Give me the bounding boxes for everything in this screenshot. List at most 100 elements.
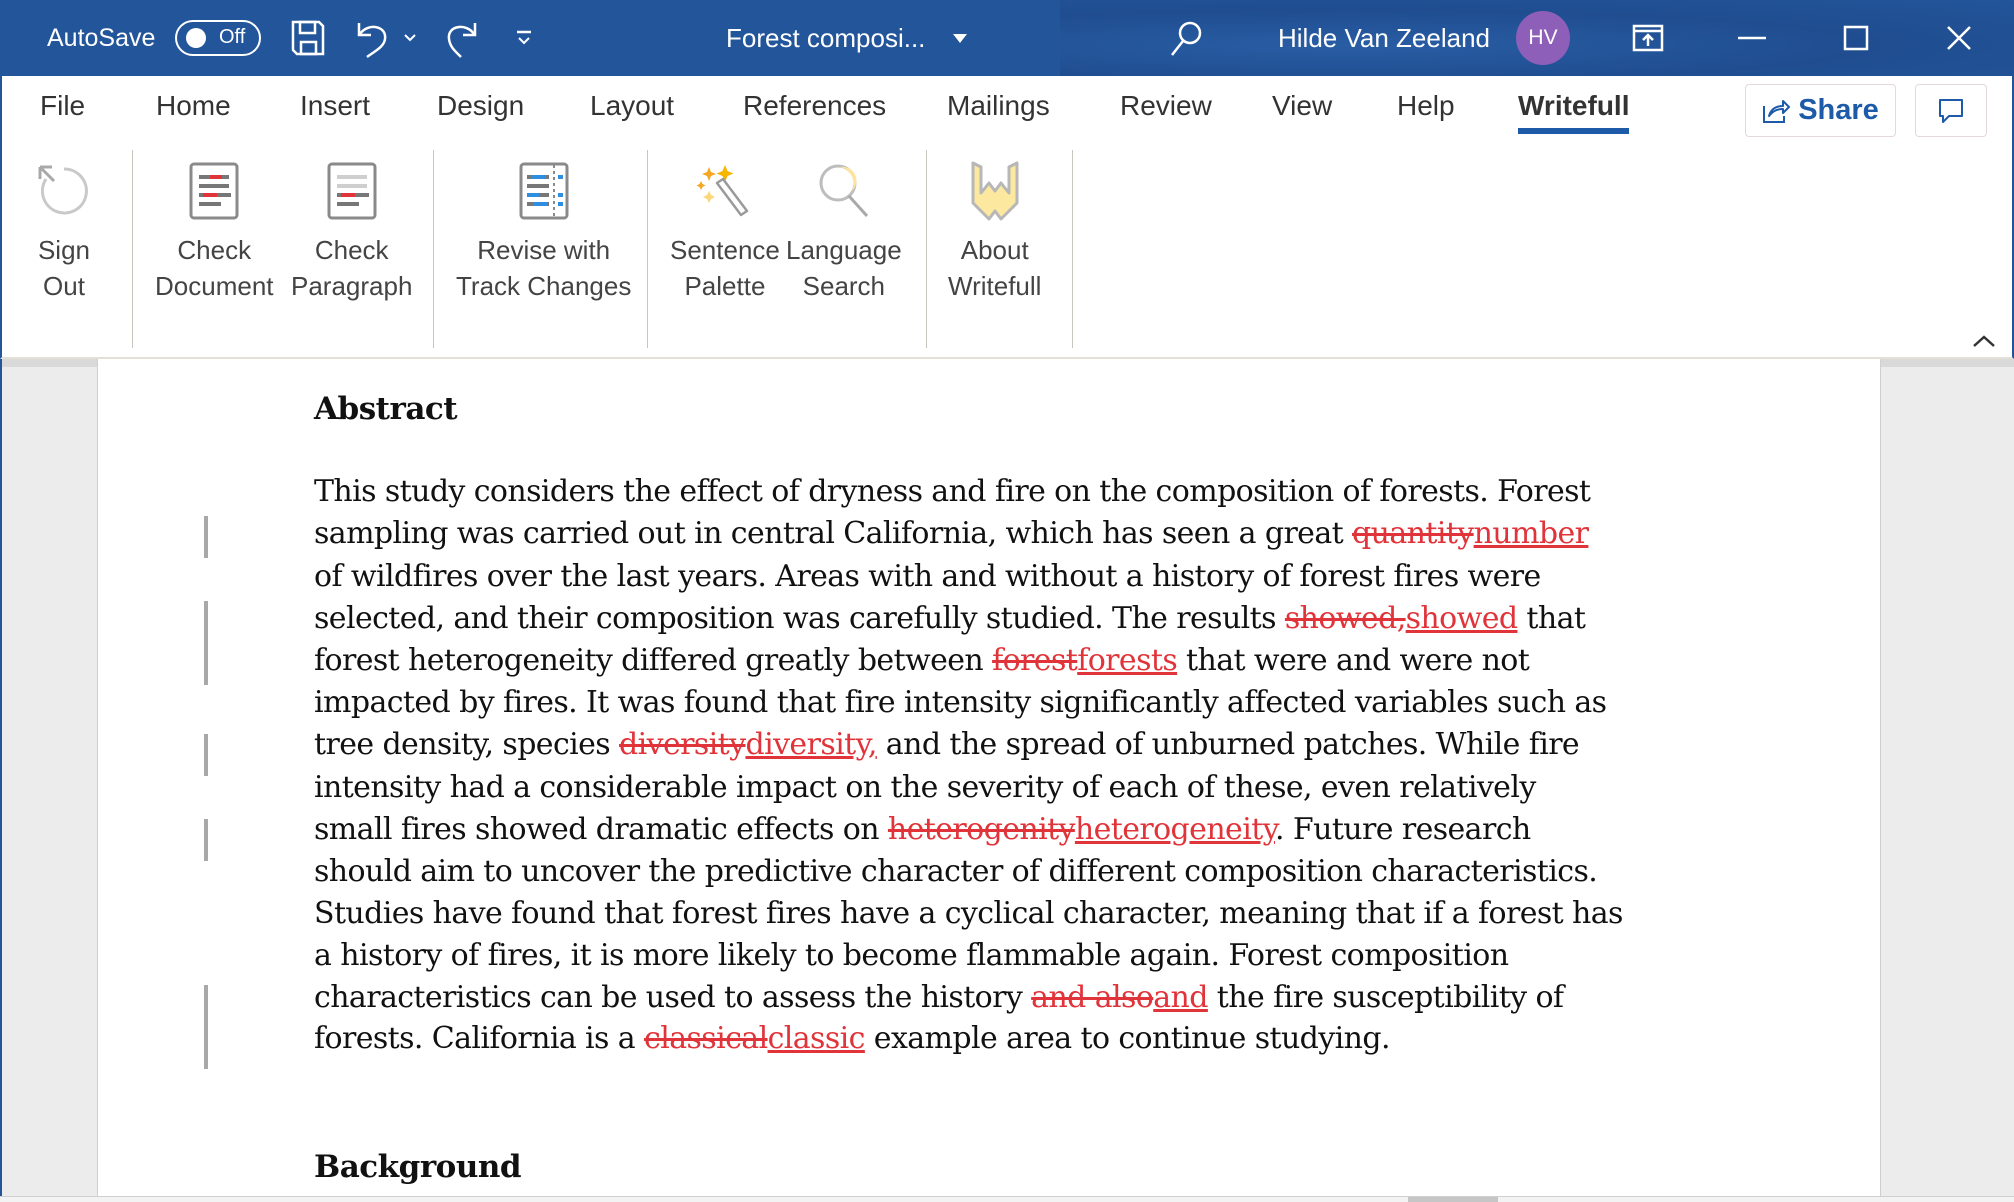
- autosave-state: Off: [219, 26, 246, 48]
- magnifier-icon: [819, 164, 868, 218]
- tracked-insertion[interactable]: showed: [1406, 601, 1518, 636]
- text-run: impacted by fires. It was found that fir…: [314, 685, 1607, 720]
- avatar-initials: HV: [1516, 11, 1570, 65]
- customize-quick-access-button[interactable]: [512, 0, 536, 76]
- text-run: that: [1517, 601, 1586, 636]
- tracked-deletion[interactable]: heterogenity: [888, 812, 1076, 847]
- tab-insert[interactable]: Insert: [300, 90, 370, 122]
- change-bar: [204, 516, 208, 558]
- tab-references[interactable]: References: [743, 90, 886, 122]
- text-run: forests. California is a: [314, 1021, 645, 1056]
- check-paragraph-label-1: Check: [314, 235, 389, 265]
- maximize-button[interactable]: [1840, 0, 1872, 76]
- check-paragraph-button[interactable]: Check Paragraph: [291, 158, 412, 304]
- tracked-deletion[interactable]: diversity: [619, 727, 746, 762]
- undo-dropdown-button[interactable]: [400, 0, 420, 76]
- horizontal-scrollbar[interactable]: [0, 1196, 2014, 1202]
- ribbon-tabs: File Home Insert Design Layout Reference…: [0, 76, 2014, 146]
- text-run: selected, and their composition was care…: [314, 601, 1285, 636]
- redo-button[interactable]: [440, 0, 480, 76]
- redo-icon: [447, 23, 477, 58]
- ribbon-display-options-button[interactable]: [1630, 0, 1666, 76]
- document-page[interactable]: Abstract This study considers the effect…: [97, 359, 1881, 1197]
- tab-review[interactable]: Review: [1120, 90, 1212, 122]
- sign-out-label-1: Sign: [37, 235, 91, 265]
- tab-view[interactable]: View: [1272, 90, 1332, 122]
- track-changes-icon: [519, 162, 569, 220]
- check-document-button[interactable]: Check Document: [155, 158, 274, 304]
- writefull-ribbon: Sign Out Check Document Check Paragraph …: [0, 146, 2014, 359]
- tracked-insertion[interactable]: and: [1153, 980, 1208, 1015]
- text-line: intensity had a considerable impact on t…: [314, 770, 1536, 805]
- about-writefull-button[interactable]: About Writefull: [948, 158, 1041, 304]
- ribbon-separator: [926, 150, 927, 348]
- close-icon: [1947, 26, 1971, 50]
- tab-layout[interactable]: Layout: [590, 90, 674, 122]
- tab-home[interactable]: Home: [156, 90, 231, 122]
- share-button[interactable]: Share: [1745, 84, 1896, 137]
- tracked-deletion[interactable]: classical: [644, 1021, 768, 1056]
- text-run: forest heterogeneity differed greatly be…: [314, 643, 993, 678]
- tracked-deletion[interactable]: forest: [992, 643, 1078, 678]
- tracked-deletion[interactable]: and also: [1031, 980, 1154, 1015]
- title-dropdown-button[interactable]: [952, 0, 968, 76]
- check-paragraph-label-2: Paragraph: [291, 271, 413, 301]
- close-button[interactable]: [1942, 0, 1976, 76]
- search-button[interactable]: [1166, 0, 1206, 76]
- scrollbar-thumb[interactable]: [1408, 1197, 1498, 1202]
- tracked-insertion[interactable]: heterogeneity: [1075, 812, 1276, 847]
- heading-background: Background: [314, 1149, 522, 1185]
- text-line: of wildfires over the last years. Areas …: [314, 559, 1541, 594]
- magic-wand-icon: [696, 165, 749, 217]
- tracked-insertion[interactable]: diversity,: [745, 727, 877, 762]
- tab-writefull[interactable]: Writefull: [1518, 90, 1630, 134]
- ribbon-separator: [132, 150, 133, 348]
- tracked-deletion[interactable]: showed,: [1285, 601, 1406, 636]
- tab-help[interactable]: Help: [1397, 90, 1455, 122]
- tracked-insertion[interactable]: classic: [768, 1021, 866, 1056]
- tracked-insertion[interactable]: forests: [1077, 643, 1178, 678]
- sentence-palette-button[interactable]: Sentence Palette: [670, 158, 780, 304]
- ribbon-separator: [1072, 150, 1073, 348]
- tracked-deletion[interactable]: quantity: [1352, 516, 1474, 551]
- collapse-ribbon-button[interactable]: [1968, 329, 2000, 353]
- text-run: that were and were not: [1177, 643, 1530, 678]
- save-icon: [291, 20, 325, 56]
- text-run: tree density, species: [314, 727, 620, 762]
- change-bar: [204, 734, 208, 776]
- user-avatar[interactable]: HV: [1516, 0, 1570, 76]
- undo-button[interactable]: [354, 0, 394, 76]
- language-search-button[interactable]: Language Search: [786, 158, 902, 304]
- text-line: a history of fires, it is more likely to…: [314, 938, 1509, 973]
- autosave-label: AutoSave: [47, 23, 156, 52]
- text-line: small fires showed dramatic effects on h…: [314, 812, 1531, 847]
- language-search-label-1: Language: [786, 235, 902, 265]
- minimize-button[interactable]: [1736, 0, 1768, 76]
- comments-button[interactable]: [1915, 84, 1987, 137]
- text-run: example area to continue studying.: [864, 1021, 1391, 1056]
- save-button[interactable]: [288, 0, 328, 76]
- title-bar: AutoSave Off Forest composi... Hilde Van…: [0, 0, 2014, 76]
- sign-out-button[interactable]: Sign Out: [32, 158, 96, 304]
- text-run: This study considers the effect of dryne…: [314, 474, 1591, 509]
- user-name[interactable]: Hilde Van Zeeland: [1278, 0, 1490, 76]
- revise-track-changes-button[interactable]: Revise with Track Changes: [456, 158, 631, 304]
- tab-design[interactable]: Design: [437, 90, 524, 122]
- change-bar: [204, 819, 208, 861]
- text-run: the fire susceptibility of: [1207, 980, 1564, 1015]
- about-writefull-label-2: Writefull: [948, 271, 1042, 301]
- text-line: selected, and their composition was care…: [314, 601, 1586, 636]
- revise-track-changes-label-1: Revise with: [477, 235, 611, 265]
- tracked-insertion[interactable]: number: [1474, 516, 1589, 551]
- tab-file[interactable]: File: [40, 90, 85, 122]
- text-run: of wildfires over the last years. Areas …: [314, 559, 1541, 594]
- sign-out-icon: [38, 165, 88, 215]
- text-run: should aim to uncover the predictive cha…: [314, 854, 1598, 889]
- tab-mailings[interactable]: Mailings: [947, 90, 1050, 122]
- undo-dropdown-icon: [404, 34, 416, 42]
- document-title[interactable]: Forest composi...: [726, 0, 925, 76]
- autosave-toggle[interactable]: Off: [175, 0, 261, 76]
- comment-icon: [1939, 98, 1963, 123]
- ribbon-display-options-icon: [1632, 24, 1664, 52]
- search-icon: [1171, 21, 1202, 56]
